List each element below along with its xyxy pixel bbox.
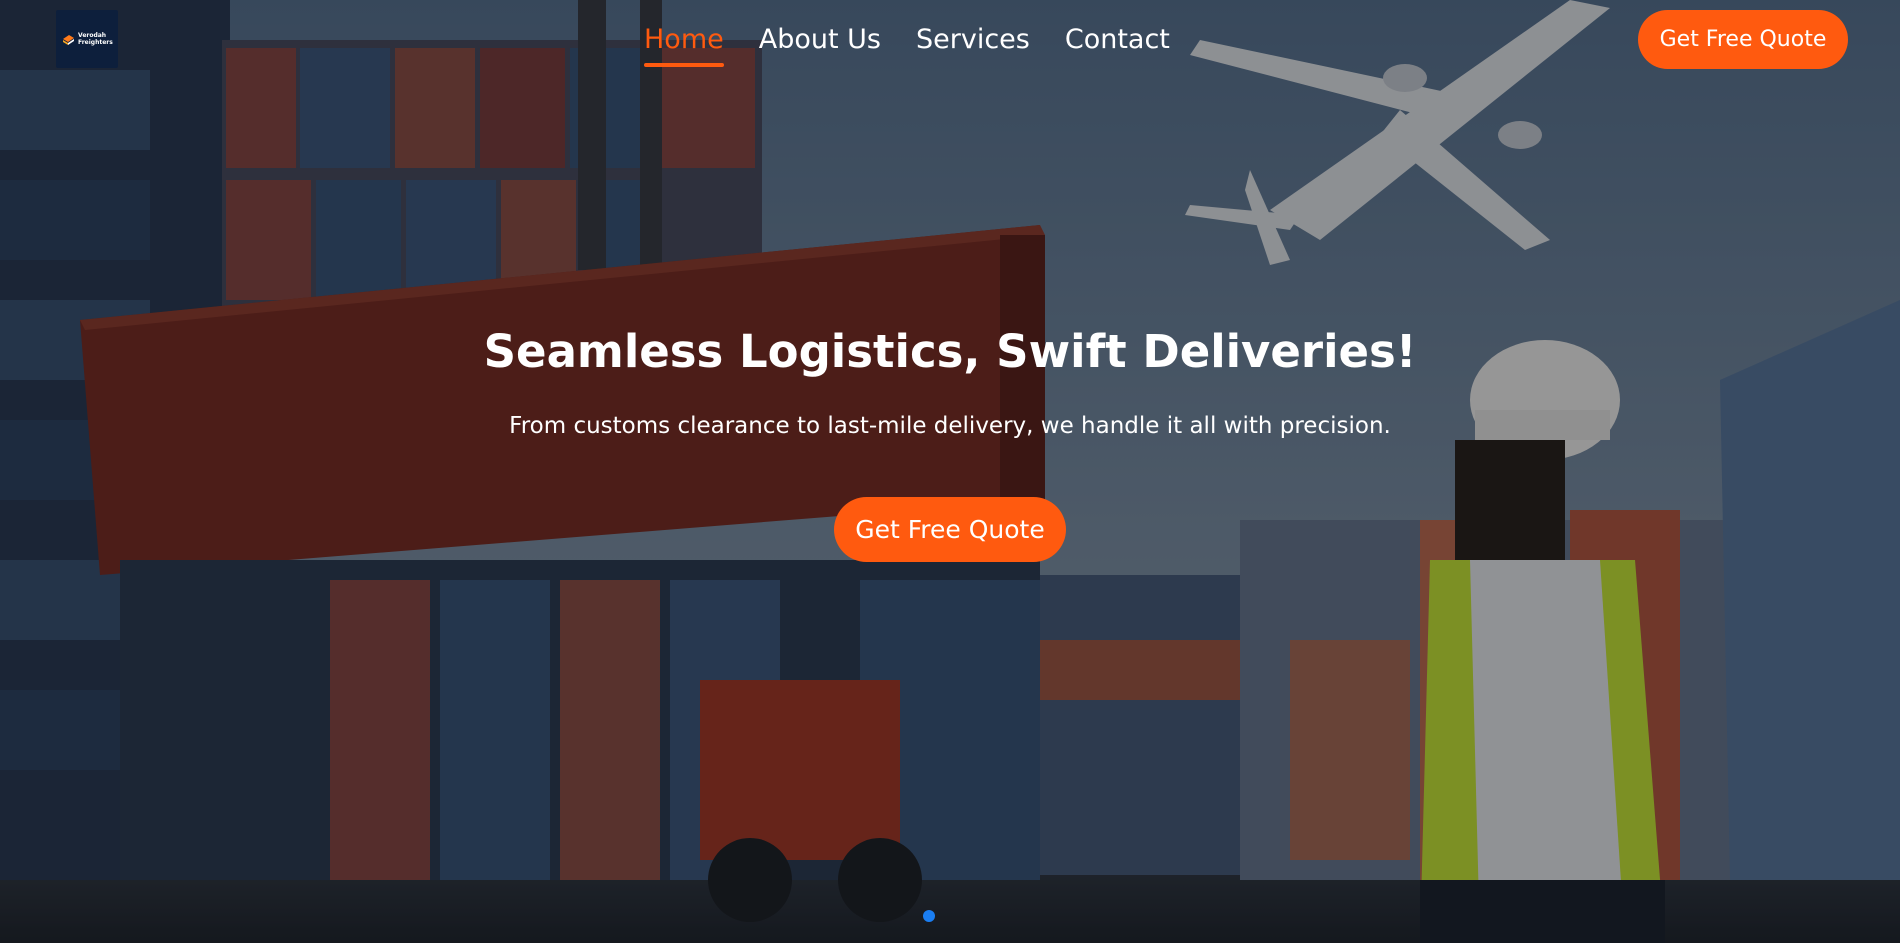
main-nav: Home About Us Services Contact <box>644 20 1205 67</box>
brand-name: Verodah Freighters <box>78 32 113 46</box>
hero-subtitle: From customs clearance to last-mile deli… <box>509 413 1391 439</box>
hero-content: Seamless Logistics, Swift Deliveries! Fr… <box>0 322 1900 562</box>
nav-item-services[interactable]: Services <box>916 20 1030 64</box>
hero-get-free-quote-button[interactable]: Get Free Quote <box>834 497 1066 562</box>
hero-title: Seamless Logistics, Swift Deliveries! <box>483 325 1417 378</box>
header-get-free-quote-button[interactable]: Get Free Quote <box>1638 10 1848 69</box>
site-header: Verodah Freighters Home About Us Service… <box>0 0 1900 80</box>
brand-logo[interactable]: Verodah Freighters <box>56 10 118 68</box>
nav-item-about-us[interactable]: About Us <box>759 20 881 64</box>
nav-item-home[interactable]: Home <box>644 20 724 67</box>
ship-logo-icon <box>63 34 74 45</box>
hero-section: Verodah Freighters Home About Us Service… <box>0 0 1900 943</box>
nav-item-contact[interactable]: Contact <box>1065 20 1170 64</box>
carousel-indicator-dot[interactable] <box>923 910 935 922</box>
